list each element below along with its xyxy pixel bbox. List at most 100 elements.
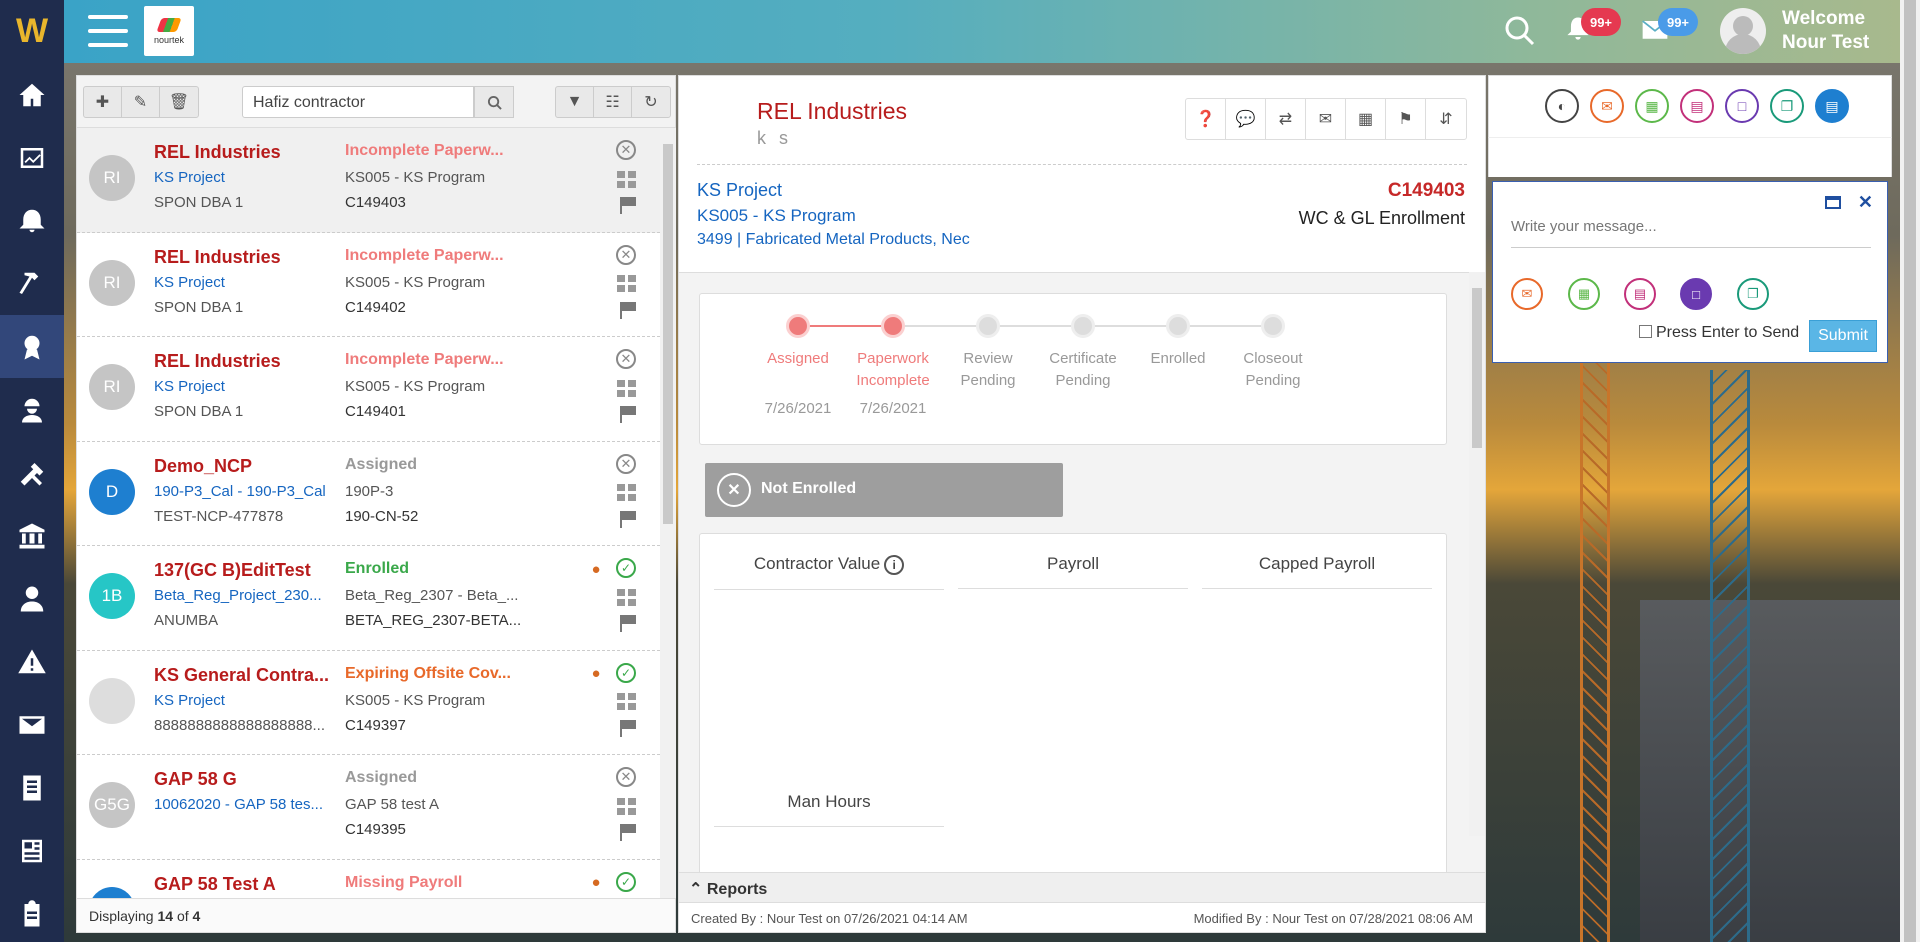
contractor-name[interactable]: Demo_NCP	[154, 456, 354, 477]
flag-icon[interactable]	[615, 612, 637, 634]
email-icon[interactable]: ✉	[1511, 278, 1543, 310]
press-enter-checkbox[interactable]: Press Enter to Send	[1639, 324, 1799, 342]
document-icon[interactable]: ▤	[1624, 278, 1656, 310]
dropdown-icon[interactable]: ▼	[556, 87, 594, 117]
check-circle-icon[interactable]: ✓	[616, 662, 636, 683]
close-circle-icon[interactable]: ✕	[616, 349, 636, 369]
worker-icon[interactable]: ●	[585, 872, 607, 894]
calendar-icon[interactable]: ▦	[1568, 278, 1600, 310]
newspaper-icon[interactable]	[0, 819, 64, 882]
detail-program-link[interactable]: KS005 - KS Program	[697, 206, 856, 226]
flag-icon[interactable]	[615, 299, 637, 321]
mail-icon[interactable]	[0, 693, 64, 756]
check-circle-icon[interactable]: ✓	[616, 871, 636, 892]
flag-icon[interactable]	[615, 194, 637, 216]
grid-icon[interactable]: ▦	[1346, 99, 1386, 139]
close-circle-icon[interactable]: ✕	[616, 140, 636, 160]
project-link[interactable]: Beta_Reg_Project_230...	[154, 587, 334, 604]
dashboard-icon[interactable]: ◐	[1545, 89, 1579, 123]
worker-icon[interactable]: ●	[585, 558, 607, 580]
search-icon[interactable]	[1503, 14, 1537, 48]
project-link[interactable]: KS Project	[154, 692, 334, 709]
project-link[interactable]: 10062020 - GAP 58 tes...	[154, 796, 334, 813]
bell-icon[interactable]	[0, 189, 64, 252]
list-item[interactable]: G5G GAP 58 G 10062020 - GAP 58 tes... Assig…	[77, 755, 660, 860]
user-menu[interactable]: Welcome Nour Test	[1720, 6, 1910, 56]
flag-icon[interactable]	[615, 821, 637, 843]
detail-sic-link[interactable]: 3499 | Fabricated Metal Products, Nec	[697, 231, 970, 249]
list-scrollbar[interactable]	[660, 128, 676, 898]
clipboard-icon[interactable]	[0, 882, 64, 942]
flag-icon[interactable]: ⚑	[1386, 99, 1426, 139]
email-icon[interactable]: ✉	[1590, 89, 1624, 123]
bank-icon[interactable]	[0, 504, 64, 567]
info-icon[interactable]: i	[884, 554, 905, 575]
page-scrollbar[interactable]	[1900, 0, 1920, 942]
copy-icon[interactable]: ❐	[1737, 278, 1769, 310]
grid-icon[interactable]	[615, 482, 637, 504]
messages-icon[interactable]: 99+	[1640, 8, 1698, 48]
contractor-name[interactable]: REL Industries	[154, 351, 354, 372]
list-item[interactable]: 1B 137(GC B)EditTest Beta_Reg_Project_230.…	[77, 546, 660, 651]
project-link[interactable]: 190-P3_Cal - 190-P3_Cal	[154, 483, 334, 500]
warning-icon[interactable]	[0, 630, 64, 693]
note-icon[interactable]: □	[1680, 278, 1712, 310]
tools-icon[interactable]	[0, 441, 64, 504]
reports-toggle[interactable]: ⌃ Reports	[679, 872, 1485, 902]
contractor-name[interactable]: GAP 58 Test A	[154, 874, 354, 895]
detail-project-link[interactable]: KS Project	[697, 180, 782, 201]
grid-icon[interactable]	[615, 168, 637, 190]
agent-icon[interactable]	[0, 567, 64, 630]
grid-icon[interactable]	[615, 795, 637, 817]
project-link[interactable]: KS Project	[154, 169, 334, 186]
notifications-icon[interactable]: 99+	[1563, 8, 1621, 48]
close-icon[interactable]: ✕	[1858, 192, 1873, 213]
book-icon[interactable]: ▤	[1815, 89, 1849, 123]
grid-icon[interactable]	[615, 586, 637, 608]
help-icon[interactable]: ❓	[1186, 99, 1226, 139]
calendar-icon[interactable]: ▦	[1635, 89, 1669, 123]
list-item[interactable]: GAP 58 Test A Missing Payroll ● ✓	[77, 859, 660, 898]
grid-icon[interactable]	[615, 691, 637, 713]
transfer-icon[interactable]: ⇄	[1266, 99, 1306, 139]
hierarchy-icon[interactable]: ☷	[594, 87, 632, 117]
home-icon[interactable]	[0, 63, 64, 126]
chart-icon[interactable]	[0, 126, 64, 189]
contractor-name[interactable]: 137(GC B)EditTest	[154, 560, 354, 581]
comment-icon[interactable]: 💬	[1226, 99, 1266, 139]
list-item[interactable]: D Demo_NCP 190-P3_Cal - 190-P3_Cal TEST-NCP…	[77, 441, 660, 546]
sort-icon[interactable]: ⇵	[1426, 99, 1466, 139]
search-input[interactable]: Hafiz contractor	[242, 86, 474, 118]
contractor-name[interactable]: GAP 58 G	[154, 769, 354, 790]
flag-icon[interactable]	[615, 717, 637, 739]
search-button[interactable]	[474, 86, 514, 118]
note-icon[interactable]: □	[1725, 89, 1759, 123]
close-circle-icon[interactable]: ✕	[616, 453, 636, 474]
hammer-icon[interactable]	[0, 252, 64, 315]
worker-icon[interactable]: ●	[585, 663, 607, 685]
contractor-name[interactable]: REL Industries	[154, 142, 354, 163]
message-input[interactable]: Write your message...	[1511, 218, 1871, 248]
email-icon[interactable]: ✉	[1306, 99, 1346, 139]
detail-scrollbar[interactable]	[1469, 272, 1485, 836]
close-circle-icon[interactable]: ✕	[616, 767, 636, 787]
award-icon[interactable]	[0, 315, 64, 378]
flag-icon[interactable]	[615, 508, 637, 530]
menu-toggle-button[interactable]	[88, 15, 128, 47]
delete-icon[interactable]: 🗑	[160, 87, 198, 117]
copy-icon[interactable]: ❐	[1770, 89, 1804, 123]
check-circle-icon[interactable]: ✓	[616, 558, 636, 578]
document-icon[interactable]	[0, 756, 64, 819]
maximize-icon[interactable]	[1825, 196, 1841, 209]
list-item[interactable]: RI REL Industries KS Project SPON DBA 1 Inco…	[77, 128, 660, 233]
not-enrolled-button[interactable]: ✕ Not Enrolled	[705, 463, 1063, 517]
flag-icon[interactable]	[615, 403, 637, 425]
list-item[interactable]: KS General Contra... KS Project 8888888888…	[77, 650, 660, 755]
contractor-name[interactable]: KS General Contra...	[154, 665, 354, 686]
worker-icon[interactable]	[0, 378, 64, 441]
grid-icon[interactable]	[615, 377, 637, 399]
project-link[interactable]: KS Project	[154, 274, 334, 291]
close-circle-icon[interactable]: ✕	[616, 244, 636, 265]
add-icon[interactable]: ✚	[84, 87, 122, 117]
document-icon[interactable]: ▤	[1680, 89, 1714, 123]
